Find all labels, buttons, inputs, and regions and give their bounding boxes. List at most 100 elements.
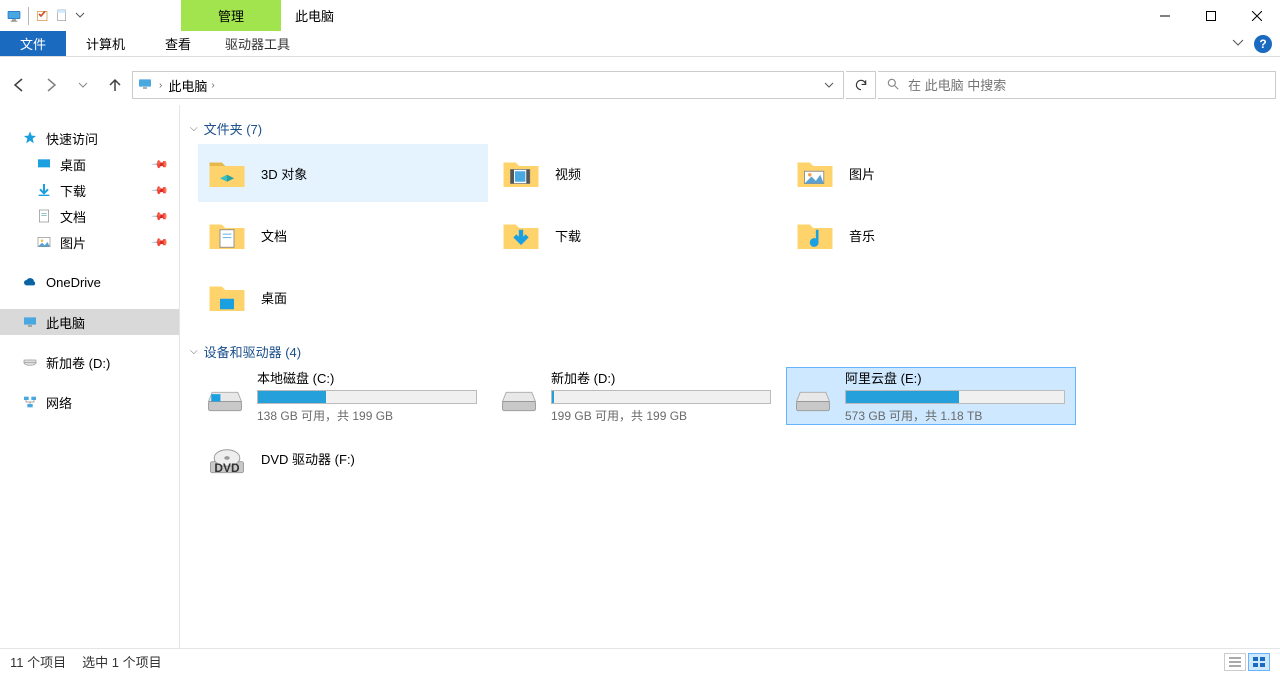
content-pane: ⌵ 文件夹 (7) 3D 对象 视频 图片 文档 下载 bbox=[180, 105, 1280, 648]
drives-grid: 本地磁盘 (C:) 138 GB 可用，共 199 GB 新加卷 (D:) 19… bbox=[188, 365, 1272, 487]
folder-label: 图片 bbox=[849, 164, 875, 183]
folder-3d-objects[interactable]: 3D 对象 bbox=[198, 144, 488, 202]
status-item-count: 11 个项目 bbox=[10, 652, 66, 671]
folders-grid: 3D 对象 视频 图片 文档 下载 音乐 bbox=[188, 142, 1272, 340]
search-input[interactable] bbox=[908, 78, 1267, 93]
capacity-bar bbox=[551, 390, 771, 404]
folder-pictures[interactable]: 图片 bbox=[786, 144, 1076, 202]
hdd-icon bbox=[203, 372, 247, 420]
back-button[interactable] bbox=[4, 71, 34, 99]
folder-downloads[interactable]: 下载 bbox=[492, 206, 782, 264]
folder-label: 下载 bbox=[555, 226, 581, 245]
address-dropdown-icon[interactable] bbox=[819, 78, 839, 93]
address-bar[interactable]: › 此电脑 › bbox=[132, 71, 844, 99]
pin-icon: 📌 bbox=[151, 181, 170, 200]
drive-capacity: 138 GB 可用，共 199 GB bbox=[257, 407, 477, 424]
new-folder-icon[interactable] bbox=[55, 8, 71, 24]
section-folders[interactable]: ⌵ 文件夹 (7) bbox=[188, 117, 1272, 142]
maximize-button[interactable] bbox=[1188, 0, 1234, 31]
tab-file[interactable]: 文件 bbox=[0, 31, 66, 56]
sidebar-label: 快速访问 bbox=[46, 129, 98, 148]
sidebar-onedrive[interactable]: OneDrive bbox=[0, 269, 179, 295]
folder-label: 桌面 bbox=[261, 288, 287, 307]
status-bar: 11 个项目 选中 1 个项目 bbox=[0, 648, 1280, 674]
status-selected: 选中 1 个项目 bbox=[82, 652, 161, 671]
section-drives[interactable]: ⌵ 设备和驱动器 (4) bbox=[188, 340, 1272, 365]
sidebar-network[interactable]: 网络 bbox=[0, 389, 179, 415]
sidebar-quick-access[interactable]: 快速访问 bbox=[0, 125, 179, 151]
sidebar-item-pictures[interactable]: 图片 📌 bbox=[0, 229, 179, 255]
view-tiles-button[interactable] bbox=[1248, 653, 1270, 671]
sidebar-item-label: 文档 bbox=[60, 207, 86, 226]
drive-c[interactable]: 本地磁盘 (C:) 138 GB 可用，共 199 GB bbox=[198, 367, 488, 425]
expand-ribbon-icon[interactable] bbox=[1232, 36, 1244, 51]
sidebar-this-pc[interactable]: 此电脑 bbox=[0, 309, 179, 335]
properties-icon[interactable] bbox=[35, 8, 51, 24]
folder-icon bbox=[497, 149, 545, 197]
sidebar-label: OneDrive bbox=[46, 275, 101, 290]
drive-capacity: 199 GB 可用，共 199 GB bbox=[551, 407, 771, 424]
folder-icon bbox=[497, 211, 545, 259]
folder-icon bbox=[791, 211, 839, 259]
contextual-tab-manage[interactable]: 管理 bbox=[181, 0, 281, 31]
folder-documents[interactable]: 文档 bbox=[198, 206, 488, 264]
forward-button[interactable] bbox=[36, 71, 66, 99]
folder-label: 3D 对象 bbox=[261, 164, 307, 183]
contextual-tab-label: 管理 bbox=[218, 6, 244, 25]
titlebar-spacer bbox=[348, 0, 1142, 31]
search-box[interactable] bbox=[878, 71, 1276, 99]
sidebar-item-downloads[interactable]: 下载 📌 bbox=[0, 177, 179, 203]
ribbon-tabs: 文件 计算机 查看 驱动器工具 ? bbox=[0, 31, 1280, 57]
drive-d[interactable]: 新加卷 (D:) 199 GB 可用，共 199 GB bbox=[492, 367, 782, 425]
pin-icon: 📌 bbox=[151, 233, 170, 252]
drive-name: 新加卷 (D:) bbox=[551, 368, 771, 387]
history-dropdown[interactable] bbox=[68, 71, 98, 99]
nav-tree: 快速访问 桌面 📌 下载 📌 文档 📌 图片 📌 OneDrive bbox=[0, 105, 180, 648]
section-label: 文件夹 (7) bbox=[204, 119, 263, 138]
chevron-right-icon[interactable]: › bbox=[159, 80, 162, 91]
sidebar-new-volume-d[interactable]: 新加卷 (D:) bbox=[0, 349, 179, 375]
drive-name: 阿里云盘 (E:) bbox=[845, 368, 1065, 387]
folder-label: 视频 bbox=[555, 164, 581, 183]
refresh-button[interactable] bbox=[846, 71, 876, 99]
quick-access-toolbar bbox=[0, 0, 91, 31]
window-controls bbox=[1142, 0, 1280, 31]
folder-icon bbox=[203, 211, 251, 259]
drive-dvd[interactable]: DVD DVD 驱动器 (F:) bbox=[198, 429, 488, 487]
qat-dropdown-icon[interactable] bbox=[75, 8, 85, 23]
folder-icon bbox=[203, 273, 251, 321]
hdd-icon bbox=[791, 372, 835, 420]
capacity-bar bbox=[257, 390, 477, 404]
chevron-down-icon: ⌵ bbox=[190, 123, 198, 134]
folder-label: 文档 bbox=[261, 226, 287, 245]
help-button[interactable]: ? bbox=[1254, 35, 1272, 53]
tab-drive-tools[interactable]: 驱动器工具 bbox=[205, 31, 310, 56]
folder-videos[interactable]: 视频 bbox=[492, 144, 782, 202]
folder-icon bbox=[203, 149, 251, 197]
drive-name: 本地磁盘 (C:) bbox=[257, 368, 477, 387]
svg-text:DVD: DVD bbox=[214, 461, 240, 475]
close-button[interactable] bbox=[1234, 0, 1280, 31]
minimize-button[interactable] bbox=[1142, 0, 1188, 31]
view-toggle bbox=[1224, 653, 1270, 671]
sidebar-label: 网络 bbox=[46, 393, 72, 412]
sidebar-item-documents[interactable]: 文档 📌 bbox=[0, 203, 179, 229]
folder-music[interactable]: 音乐 bbox=[786, 206, 1076, 264]
chevron-right-icon[interactable]: › bbox=[211, 80, 214, 91]
drive-capacity: 573 GB 可用，共 1.18 TB bbox=[845, 407, 1065, 424]
breadcrumb-this-pc[interactable]: 此电脑 › bbox=[168, 76, 214, 95]
folder-desktop[interactable]: 桌面 bbox=[198, 268, 488, 326]
up-button[interactable] bbox=[100, 71, 130, 99]
tab-computer[interactable]: 计算机 bbox=[66, 31, 145, 56]
section-label: 设备和驱动器 (4) bbox=[204, 342, 302, 361]
pin-icon: 📌 bbox=[151, 155, 170, 174]
sidebar-item-desktop[interactable]: 桌面 📌 bbox=[0, 151, 179, 177]
address-pc-icon bbox=[137, 76, 153, 95]
sidebar-item-label: 下载 bbox=[60, 181, 86, 200]
breadcrumb-label: 此电脑 bbox=[168, 76, 207, 95]
chevron-down-icon: ⌵ bbox=[190, 346, 198, 357]
view-details-button[interactable] bbox=[1224, 653, 1246, 671]
tab-view[interactable]: 查看 bbox=[145, 31, 211, 56]
drive-e[interactable]: 阿里云盘 (E:) 573 GB 可用，共 1.18 TB bbox=[786, 367, 1076, 425]
sidebar-item-label: 图片 bbox=[60, 233, 86, 252]
